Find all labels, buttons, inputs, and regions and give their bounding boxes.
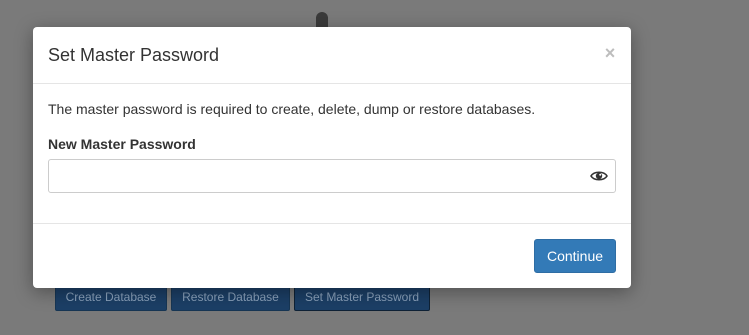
dialog-description: The master password is required to creat… [48, 101, 536, 117]
show-password-toggle[interactable] [589, 168, 609, 184]
continue-button[interactable]: Continue [534, 239, 616, 273]
new-master-password-input[interactable] [48, 159, 616, 193]
eye-icon [590, 171, 608, 181]
set-master-password-dialog: Set Master Password × The master passwor… [33, 27, 631, 288]
dialog-footer: Continue [33, 223, 631, 288]
close-icon: × [604, 43, 616, 63]
new-master-password-label: New Master Password [48, 136, 196, 152]
dialog-body: The master password is required to creat… [33, 84, 631, 224]
close-button[interactable]: × [599, 42, 621, 64]
dialog-header: Set Master Password × [33, 27, 631, 84]
dialog-title: Set Master Password [48, 45, 220, 65]
